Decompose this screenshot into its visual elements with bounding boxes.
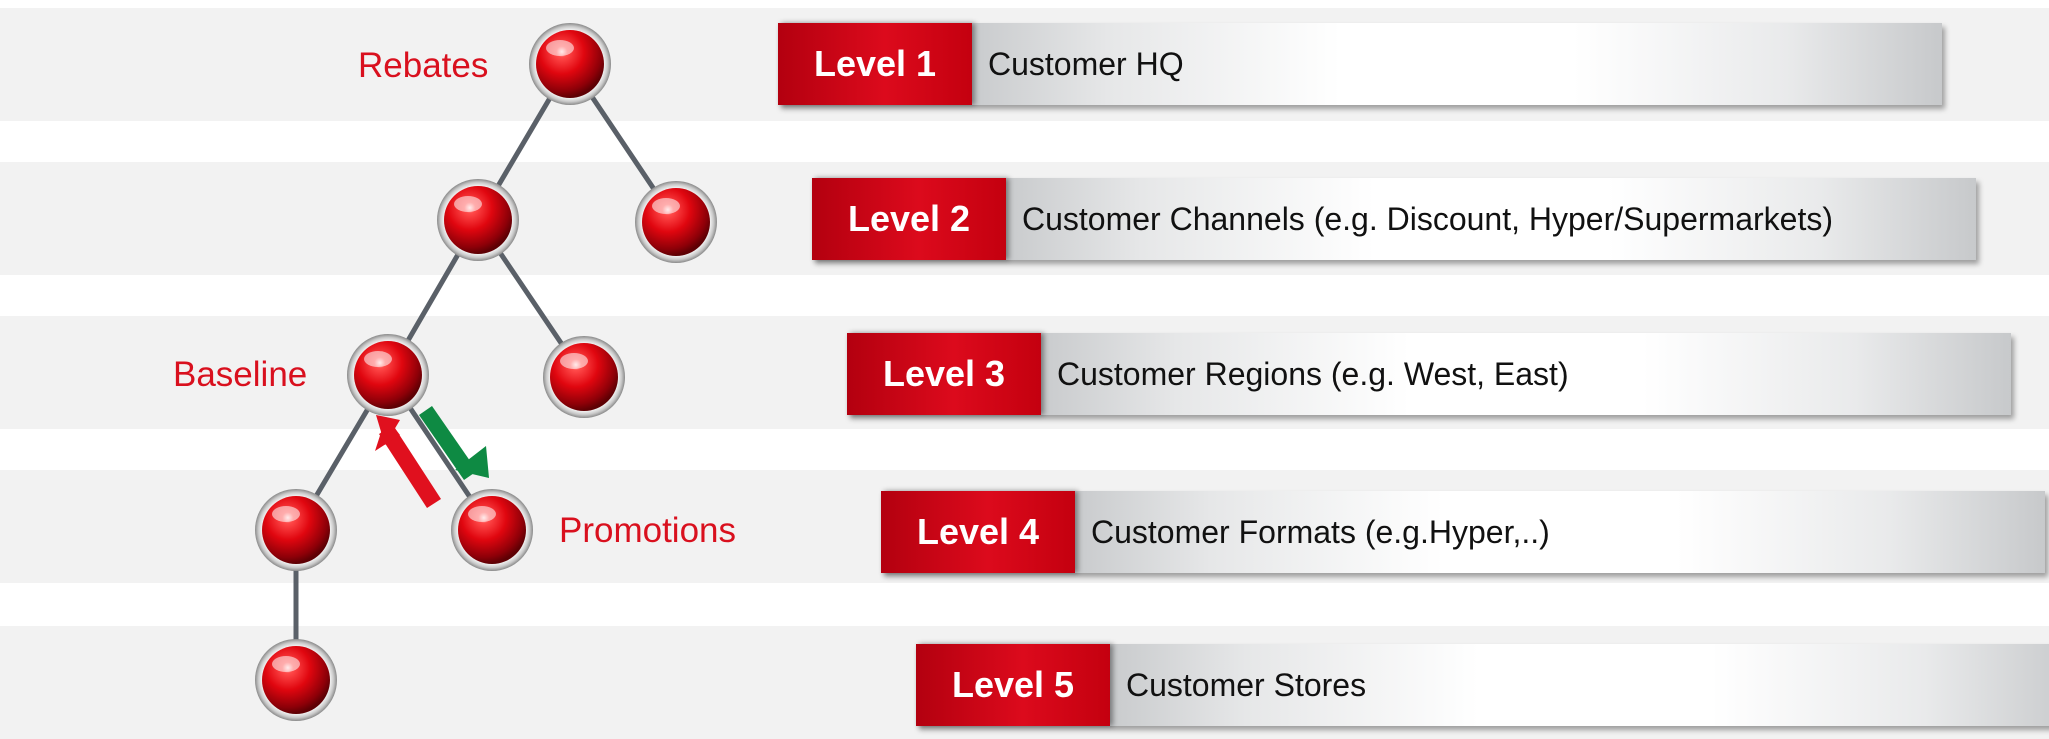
level-description: Customer Channels (e.g. Discount, Hyper/… (1006, 178, 1976, 260)
level-bar-5: Level 5 Customer Stores (916, 644, 2049, 726)
level-description: Customer Stores (1110, 644, 2049, 726)
tree-node-promotions (451, 489, 533, 571)
tree-node (437, 179, 519, 261)
level-tag: Level 2 (812, 178, 1006, 260)
level-tag: Level 4 (881, 491, 1075, 573)
tree-node (635, 181, 717, 263)
level-description: Customer Formats (e.g.Hyper,..) (1075, 491, 2045, 573)
baseline-label: Baseline (173, 355, 308, 394)
level-bar-1: Level 1 Customer HQ (778, 23, 1942, 105)
level-tag: Level 3 (847, 333, 1041, 415)
level-tag: Level 1 (778, 23, 972, 105)
tree-node-rebates (529, 23, 611, 105)
rebates-label: Rebates (358, 46, 489, 85)
tree-node (255, 639, 337, 721)
tree-node (543, 336, 625, 418)
level-description: Customer HQ (972, 23, 1942, 105)
tree-nodes (255, 23, 717, 721)
promotions-label: Promotions (559, 511, 737, 550)
tree-node-baseline (347, 334, 429, 416)
tree-node (255, 489, 337, 571)
level-bar-2: Level 2 Customer Channels (e.g. Discount… (812, 178, 1976, 260)
level-tag: Level 5 (916, 644, 1110, 726)
level-bar-4: Level 4 Customer Formats (e.g.Hyper,..) (881, 491, 2045, 573)
level-description: Customer Regions (e.g. West, East) (1041, 333, 2011, 415)
level-bar-3: Level 3 Customer Regions (e.g. West, Eas… (847, 333, 2011, 415)
